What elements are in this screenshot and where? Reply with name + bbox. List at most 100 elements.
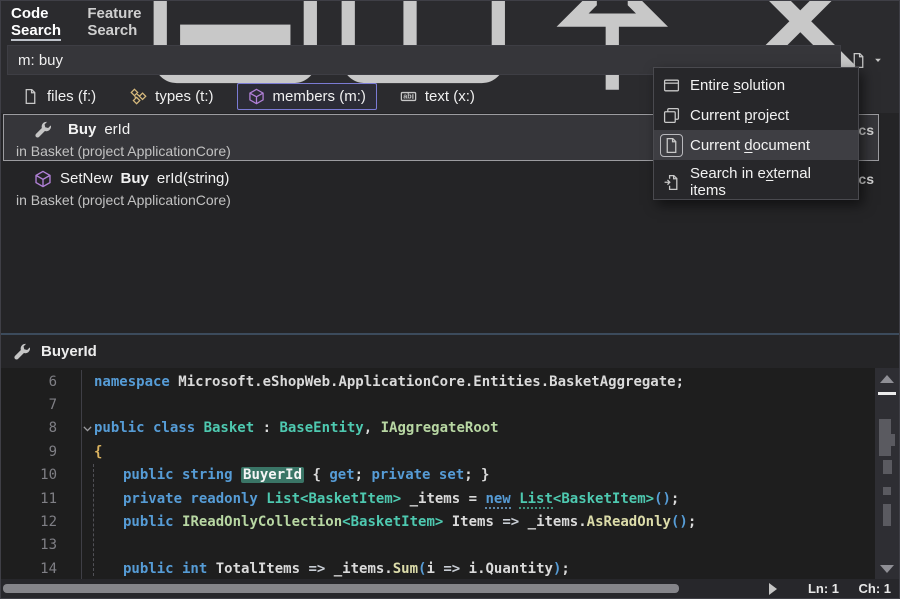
line-number[interactable]: 12 [1, 514, 57, 530]
code-token: Microsoft.eShopWeb.ApplicationCore.Entit… [178, 374, 684, 390]
line-number[interactable]: 14 [1, 561, 57, 577]
line-number[interactable]: 8 [1, 420, 57, 436]
code-token: IAggregateRoot [381, 420, 499, 436]
vertical-scrollbar[interactable] [875, 368, 899, 579]
filter-types[interactable]: types (t:) [119, 83, 224, 110]
line-number[interactable]: 13 [1, 537, 57, 553]
result-file-suffix: cs [858, 171, 874, 187]
outline-margin [57, 487, 82, 510]
menu-item-current-document[interactable]: Current document [654, 130, 858, 160]
code-token: BaseEntity [279, 420, 363, 436]
code-token: public int [123, 561, 216, 577]
code-token: public class [94, 420, 204, 436]
code-line-9[interactable]: 9{ [1, 440, 875, 463]
line-number[interactable]: 11 [1, 491, 57, 507]
code-token: _items. [528, 514, 587, 530]
line-number[interactable]: 10 [1, 467, 57, 483]
result-title-pre: SetNew [60, 170, 113, 187]
scroll-up-arrow-icon[interactable] [880, 375, 894, 383]
tab-feature-search[interactable]: Feature Search [87, 1, 146, 41]
code-line-13[interactable]: 13 [1, 534, 875, 557]
document-icon [850, 52, 867, 69]
filter-files[interactable]: files (f:) [11, 83, 107, 110]
code-token: { [304, 467, 329, 483]
code-line-7[interactable]: 7 [1, 393, 875, 416]
code-token: Basket [204, 420, 255, 436]
code-line-12[interactable]: 12 public IReadOnlyCollection<BasketItem>… [1, 510, 875, 533]
status-column-indicator: Ch: 1 [859, 581, 892, 596]
code-token: { [94, 444, 102, 460]
outline-margin [57, 417, 82, 440]
filter-members[interactable]: members (m:) [237, 83, 377, 110]
outline-margin [57, 464, 82, 487]
code-token: i.Quantity [469, 561, 553, 577]
code-token: => [443, 561, 468, 577]
code-token: private readonly [123, 491, 266, 507]
code-token: List [519, 491, 553, 509]
filter-label: members (m:) [273, 88, 366, 105]
types-icon [130, 88, 147, 105]
code-token: ; [355, 467, 372, 483]
scroll-down-arrow-icon[interactable] [880, 565, 894, 573]
code-token: List<BasketItem> [266, 491, 401, 507]
code-text: public string BuyerId { get; private set… [82, 467, 490, 483]
outline-margin [57, 510, 82, 533]
external-icon [663, 174, 680, 191]
outline-margin [57, 557, 82, 579]
code-editor[interactable]: 6 namespace Microsoft.eShopWeb.Applicatio… [1, 368, 899, 579]
code-text: namespace Microsoft.eShopWeb.Application… [82, 374, 684, 390]
code-token [511, 491, 519, 507]
code-line-11[interactable]: 11 private readonly List<BasketItem> _ite… [1, 487, 875, 510]
result-title-post: erId(string) [157, 170, 230, 187]
line-number[interactable]: 7 [1, 397, 57, 413]
chevron-down-icon [872, 54, 884, 66]
code-token: () [671, 514, 688, 530]
scope-menu: Entire solution Current project Current do… [653, 67, 859, 200]
code-token: ; [688, 514, 696, 530]
code-token: new [485, 491, 510, 509]
code-token: _items = [401, 491, 485, 507]
filter-text[interactable]: abtext (x:) [389, 83, 486, 110]
cube-icon [34, 170, 52, 188]
menu-item-current-project[interactable]: Current project [654, 100, 858, 130]
line-number[interactable]: 6 [1, 374, 57, 390]
menu-item-external-items[interactable]: Search in external items [654, 167, 858, 197]
filter-label: files (f:) [47, 88, 96, 105]
code-token: , [364, 420, 381, 436]
wrench-icon [34, 121, 52, 139]
code-token: public string [123, 467, 241, 483]
outline-margin [57, 393, 82, 416]
code-token: IReadOnlyCollection [182, 514, 342, 530]
solution-icon [663, 77, 680, 94]
result-title-post: erId [104, 121, 130, 138]
outline-margin [57, 440, 82, 463]
code-token: Items [443, 514, 502, 530]
filter-label: types (t:) [155, 88, 213, 105]
scrollbar-mark [888, 434, 895, 446]
outline-margin [57, 534, 82, 557]
code-token: () [654, 491, 671, 507]
code-token: private set [371, 467, 464, 483]
tab-bar: Code Search Feature Search [1, 1, 899, 41]
status-line-indicator: Ln: 1 [808, 581, 839, 596]
code-text: public IReadOnlyCollection<BasketItem> I… [82, 514, 696, 530]
cube-icon [248, 88, 265, 105]
code-line-10[interactable]: 10 public string BuyerId { get; private s… [1, 464, 875, 487]
code-token: <BasketItem> [342, 514, 443, 530]
code-line-6[interactable]: 6 namespace Microsoft.eShopWeb.Applicatio… [1, 370, 875, 393]
horizontal-scrollbar-thumb[interactable] [3, 584, 679, 593]
code-token: public [123, 514, 182, 530]
tab-code-search[interactable]: Code Search [11, 1, 61, 41]
code-line-8[interactable]: 8public class Basket : BaseEntity, IAggr… [1, 417, 875, 440]
code-token: ; } [464, 467, 489, 483]
menu-item-label: Current project [690, 107, 789, 124]
scroll-right-arrow-icon[interactable] [769, 583, 777, 595]
code-token: <BasketItem> [553, 491, 654, 507]
code-line-14[interactable]: 14public int TotalItems => _items.Sum(i … [1, 557, 875, 579]
document-icon [663, 137, 680, 154]
collapse-chevron-icon[interactable] [81, 422, 94, 435]
menu-item-entire-solution[interactable]: Entire solution [654, 70, 858, 100]
project-icon [663, 107, 680, 124]
line-number[interactable]: 9 [1, 444, 57, 460]
scrollbar-caret-mark [878, 392, 896, 395]
